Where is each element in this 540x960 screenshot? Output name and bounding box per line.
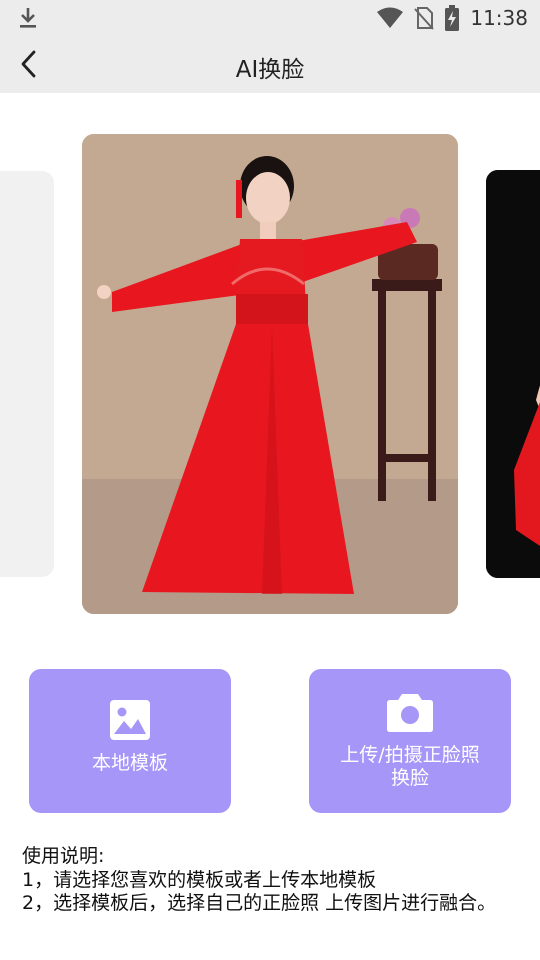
template-card-next[interactable] — [486, 170, 540, 578]
status-time: 11:38 — [470, 6, 528, 30]
instructions: 使用说明: 1，请选择您喜欢的模板或者上传本地模板 2，选择模板后，选择自己的正… — [22, 845, 532, 916]
template-image-red-dress-dark-bg — [486, 170, 540, 578]
template-card-previous[interactable] — [0, 171, 54, 577]
template-card-selected[interactable] — [82, 134, 458, 614]
local-template-button[interactable]: 本地模板 — [29, 669, 231, 813]
upload-photo-button[interactable]: 上传/拍摄正脸照 换脸 — [309, 669, 511, 813]
local-template-label: 本地模板 — [91, 752, 168, 774]
instructions-line-1: 1，请选择您喜欢的模板或者上传本地模板 — [22, 868, 377, 891]
image-icon — [110, 700, 150, 740]
download-icon — [20, 8, 36, 28]
upload-photo-label-line1: 上传/拍摄正脸照 — [340, 744, 480, 766]
template-image-girl-red-hanfu — [82, 134, 458, 614]
template-carousel[interactable] — [0, 93, 540, 653]
page-title: AI换脸 — [235, 57, 305, 83]
instructions-heading: 使用说明: — [22, 845, 105, 867]
no-sim-icon — [414, 7, 435, 30]
wifi-icon — [377, 7, 404, 28]
camera-icon — [387, 694, 433, 732]
status-bar: 11:38 — [0, 0, 540, 36]
battery-charging-icon — [445, 5, 460, 31]
upload-photo-label-line2: 换脸 — [390, 767, 429, 789]
app-bar: AI换脸 — [0, 36, 540, 93]
instructions-line-2: 2，选择模板后，选择自己的正脸照 上传图片进行融合。 — [22, 892, 497, 914]
